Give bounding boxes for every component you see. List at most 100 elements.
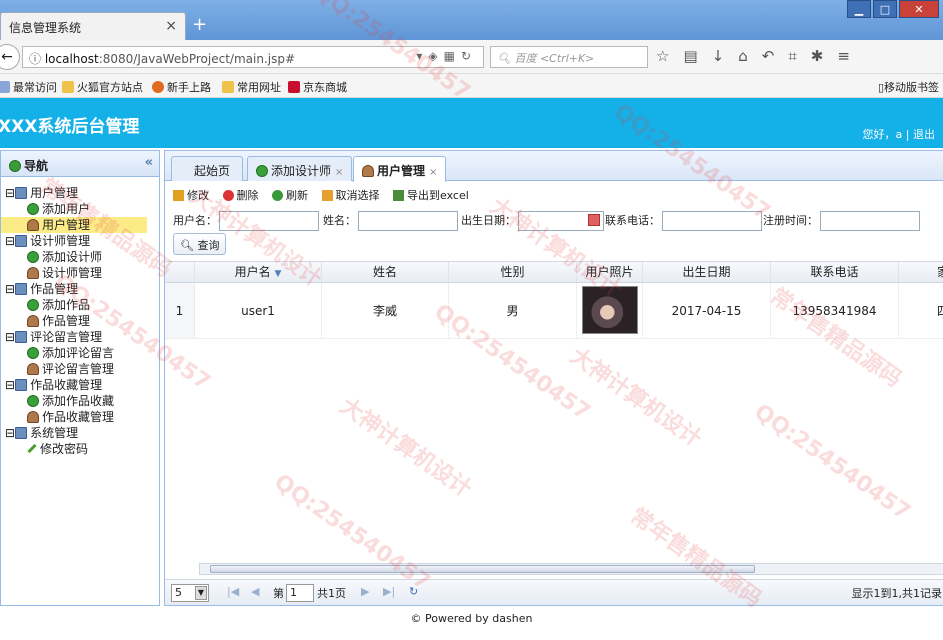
- next-page-icon[interactable]: ▶: [361, 585, 369, 598]
- user-icon: [27, 315, 39, 327]
- tree-toggle-icon[interactable]: ⊟: [5, 282, 15, 296]
- close-tab-icon[interactable]: ×: [429, 167, 437, 178]
- horizontal-scrollbar[interactable]: [199, 563, 943, 575]
- query-button[interactable]: 🔍︎ 查询: [173, 233, 227, 255]
- header-rownum: [165, 262, 195, 282]
- nav-group[interactable]: ⊟ 用户管理: [1, 185, 159, 201]
- regtime-input[interactable]: [820, 211, 920, 231]
- header-address[interactable]: 家: [899, 262, 943, 282]
- delete-button[interactable]: 删除: [222, 187, 259, 203]
- bookmark-item[interactable]: 新手上路: [152, 79, 211, 95]
- name-input[interactable]: [358, 211, 458, 231]
- dropdown-icon[interactable]: ▾: [416, 49, 428, 63]
- left-nav-panel: 导航 « ⊟ 用户管理 添加用户 用户管理 ⊟ 设计师管理 添加设计师 设计师管理 …: [0, 150, 160, 606]
- minimize-button[interactable]: ▁: [847, 0, 871, 18]
- nav-item[interactable]: 作品收藏管理: [1, 409, 159, 425]
- bookmark-item[interactable]: 火狐官方站点: [62, 79, 143, 95]
- close-tab-icon[interactable]: ×: [165, 18, 177, 34]
- nav-item[interactable]: 添加评论留言: [1, 345, 159, 361]
- star-icon[interactable]: ☆: [656, 47, 683, 65]
- refresh-icon: [272, 190, 283, 201]
- shield-icon[interactable]: ◈: [428, 49, 443, 63]
- tree-toggle-icon[interactable]: ⊟: [5, 426, 15, 440]
- close-tab-icon[interactable]: ×: [335, 167, 343, 178]
- delete-icon: [222, 190, 234, 201]
- bookmark-item[interactable]: 京东商城: [288, 79, 347, 95]
- chevron-down-icon[interactable]: ▼: [195, 586, 207, 600]
- extension-icon[interactable]: ✱: [811, 47, 838, 65]
- nav-item[interactable]: 设计师管理: [1, 265, 159, 281]
- export-excel-button[interactable]: 导出到excel: [393, 187, 469, 203]
- search-icon: 🔍︎: [497, 52, 515, 65]
- edit-icon: [173, 190, 184, 201]
- nav-group[interactable]: ⊟ 系统管理: [1, 425, 159, 441]
- header-photo[interactable]: 用户照片: [577, 262, 643, 282]
- nav-item[interactable]: 修改密码: [1, 441, 159, 457]
- folder-icon: [15, 331, 28, 343]
- nav-item-selected[interactable]: 用户管理: [1, 217, 147, 233]
- url-bar[interactable]: ⓘ localhost:8080/JavaWebProject/main.jsp…: [22, 46, 484, 68]
- nav-item[interactable]: 评论留言管理: [1, 361, 159, 377]
- regtime-label: 注册时间：: [763, 214, 818, 227]
- nav-group[interactable]: ⊟ 作品收藏管理: [1, 377, 159, 393]
- cell-birthday: 2017-04-15: [643, 283, 771, 338]
- last-page-icon[interactable]: ▶|: [383, 585, 395, 598]
- header-gender[interactable]: 性别: [449, 262, 577, 282]
- tab-home[interactable]: 起始页: [171, 156, 243, 181]
- undo-icon[interactable]: ↶: [762, 47, 789, 65]
- new-tab-button[interactable]: +: [192, 14, 207, 35]
- tab-user-manage[interactable]: 用户管理 ×: [353, 156, 447, 182]
- tree-toggle-icon[interactable]: ⊟: [5, 186, 15, 200]
- folder-icon: [15, 283, 28, 295]
- user-greeting[interactable]: 您好，a | 退出: [863, 126, 935, 142]
- nav-item[interactable]: 作品管理: [1, 313, 159, 329]
- menu-icon[interactable]: ≡: [837, 47, 864, 65]
- browser-tab[interactable]: 信息管理系统 ×: [0, 12, 186, 40]
- prev-page-icon[interactable]: ◀: [251, 585, 259, 598]
- close-window-button[interactable]: ✕: [899, 0, 939, 18]
- tab-add-designer[interactable]: 添加设计师 ×: [247, 156, 353, 181]
- bookmark-item[interactable]: 最常访问: [0, 79, 57, 95]
- nav-group[interactable]: ⊟ 设计师管理: [1, 233, 159, 249]
- nav-group[interactable]: ⊟ 评论留言管理: [1, 329, 159, 345]
- nav-item[interactable]: 添加用户: [1, 201, 159, 217]
- header-phone[interactable]: 联系电话: [771, 262, 899, 282]
- edit-button[interactable]: 修改: [173, 187, 209, 203]
- nav-item[interactable]: 添加设计师: [1, 249, 159, 265]
- back-arrow-icon[interactable]: ←: [0, 44, 20, 70]
- home-icon[interactable]: ⌂: [738, 47, 762, 65]
- nav-item[interactable]: 添加作品: [1, 297, 159, 313]
- reading-icon[interactable]: ▤: [683, 47, 711, 65]
- first-page-icon[interactable]: |◀: [227, 585, 239, 598]
- deselect-button[interactable]: 取消选择: [321, 187, 380, 203]
- page-size-select[interactable]: ▼ 5: [171, 584, 209, 602]
- mobile-bookmarks[interactable]: ▯移动版书签: [878, 79, 939, 95]
- reload-icon[interactable]: ↻: [461, 49, 477, 63]
- search-input[interactable]: 🔍︎ 百度 <Ctrl+K>: [490, 46, 648, 68]
- nav-group[interactable]: ⊟ 作品管理: [1, 281, 159, 297]
- tree-toggle-icon[interactable]: ⊟: [5, 378, 15, 392]
- download-icon[interactable]: ↓: [712, 47, 739, 65]
- page-number-input[interactable]: 1: [286, 584, 314, 602]
- qr-icon[interactable]: ▦: [444, 49, 461, 63]
- url-host: localhost: [44, 52, 99, 66]
- tree-toggle-icon[interactable]: ⊟: [5, 234, 15, 248]
- crop-icon[interactable]: ⌗: [788, 47, 810, 65]
- username-input[interactable]: [219, 211, 319, 231]
- header-birthday[interactable]: 出生日期: [643, 262, 771, 282]
- nav-item[interactable]: 添加作品收藏: [1, 393, 159, 409]
- header-username[interactable]: 用户名 ▼: [195, 262, 322, 282]
- scrollbar-thumb[interactable]: [210, 565, 755, 573]
- bookmark-item[interactable]: 常用网址: [222, 79, 281, 95]
- header-name[interactable]: 姓名: [322, 262, 449, 282]
- maximize-button[interactable]: □: [873, 0, 897, 18]
- reload-icon[interactable]: ↻: [409, 585, 418, 598]
- calendar-icon[interactable]: [588, 214, 600, 226]
- phone-input[interactable]: [662, 211, 762, 231]
- user-icon: [362, 165, 374, 177]
- info-icon[interactable]: ⓘ: [29, 52, 45, 66]
- refresh-button[interactable]: 刷新: [272, 187, 308, 203]
- tree-toggle-icon[interactable]: ⊟: [5, 330, 15, 344]
- table-row[interactable]: 1 user1 李威 男 2017-04-15 13958341984 四: [165, 283, 943, 339]
- collapse-icon[interactable]: «: [145, 155, 153, 170]
